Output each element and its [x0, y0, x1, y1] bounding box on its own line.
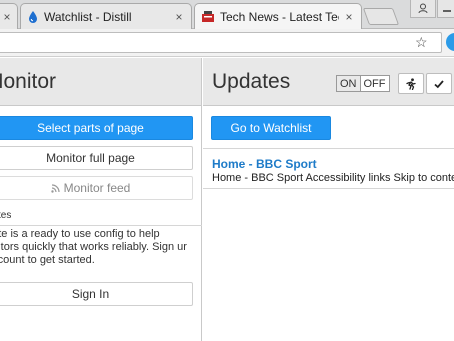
monitor-feed-label: Monitor feed	[63, 181, 131, 195]
divider	[0, 225, 202, 226]
monitor-feed-button[interactable]: Monitor feed	[0, 176, 193, 200]
tab-close-icon[interactable]: ×	[343, 10, 355, 24]
updates-title: Updates	[212, 70, 291, 93]
news-favicon-icon	[202, 10, 214, 22]
monitor-header: Monitor	[0, 58, 201, 106]
distill-extension-icon[interactable]	[446, 33, 454, 51]
update-item-description: Home - BBC Sport Accessibility links Ski…	[212, 172, 454, 184]
address-bar[interactable]: ☆	[0, 32, 442, 53]
minimize-button[interactable]	[437, 0, 454, 18]
new-tab-button[interactable]	[362, 8, 400, 25]
tab-tech-news[interactable]: Tech News - Latest Techn ×	[194, 3, 362, 29]
select-parts-label: Select parts of page	[37, 121, 144, 135]
monitor-title: Monitor	[0, 70, 57, 93]
bookmark-star-icon[interactable]: ☆	[415, 34, 428, 51]
updates-toggle[interactable]: ON OFF	[336, 75, 390, 92]
section-label: tes	[0, 210, 12, 221]
monitor-full-page-label: Monitor full page	[46, 151, 135, 165]
info-text: date is a ready to use config to help on…	[0, 228, 187, 266]
divider	[203, 148, 454, 149]
tab-close-icon[interactable]: ×	[1, 10, 13, 24]
tab-strip: × Watchlist - Distill × Tech News - Late…	[0, 0, 454, 29]
check-icon	[434, 79, 444, 88]
run-checks-button[interactable]	[398, 73, 424, 94]
divider	[203, 188, 454, 189]
running-man-icon	[406, 77, 416, 90]
go-to-watchlist-button[interactable]: Go to Watchlist	[211, 116, 331, 140]
water-drop-icon	[29, 10, 37, 23]
sign-in-button[interactable]: Sign In	[0, 282, 193, 306]
tab-title: Watchlist - Distill	[44, 9, 132, 24]
browser-toolbar: ☆	[0, 29, 454, 57]
select-parts-button[interactable]: Select parts of page	[0, 116, 193, 140]
mark-read-button[interactable]	[426, 73, 452, 94]
go-to-watchlist-label: Go to Watchlist	[230, 121, 312, 135]
tab-title: Tech News - Latest Techn	[220, 9, 339, 24]
toggle-off[interactable]: OFF	[360, 75, 390, 92]
tab-close-icon[interactable]: ×	[173, 10, 185, 24]
monitor-full-page-button[interactable]: Monitor full page	[0, 146, 193, 170]
tab-watchlist[interactable]: Watchlist - Distill ×	[20, 3, 192, 29]
tab-previous[interactable]: ×	[0, 3, 18, 29]
user-icon[interactable]	[410, 0, 436, 18]
update-item-title[interactable]: Home - BBC Sport	[212, 157, 317, 171]
monitor-panel: Monitor Select parts of page Monitor ful…	[0, 58, 202, 341]
updates-panel: Updates ON OFF Go to Watchlist Home - BB…	[203, 58, 454, 341]
toggle-on[interactable]: ON	[336, 75, 361, 92]
sign-in-label: Sign In	[71, 287, 110, 301]
updates-header: Updates ON OFF	[203, 58, 454, 106]
rss-icon	[50, 183, 60, 193]
